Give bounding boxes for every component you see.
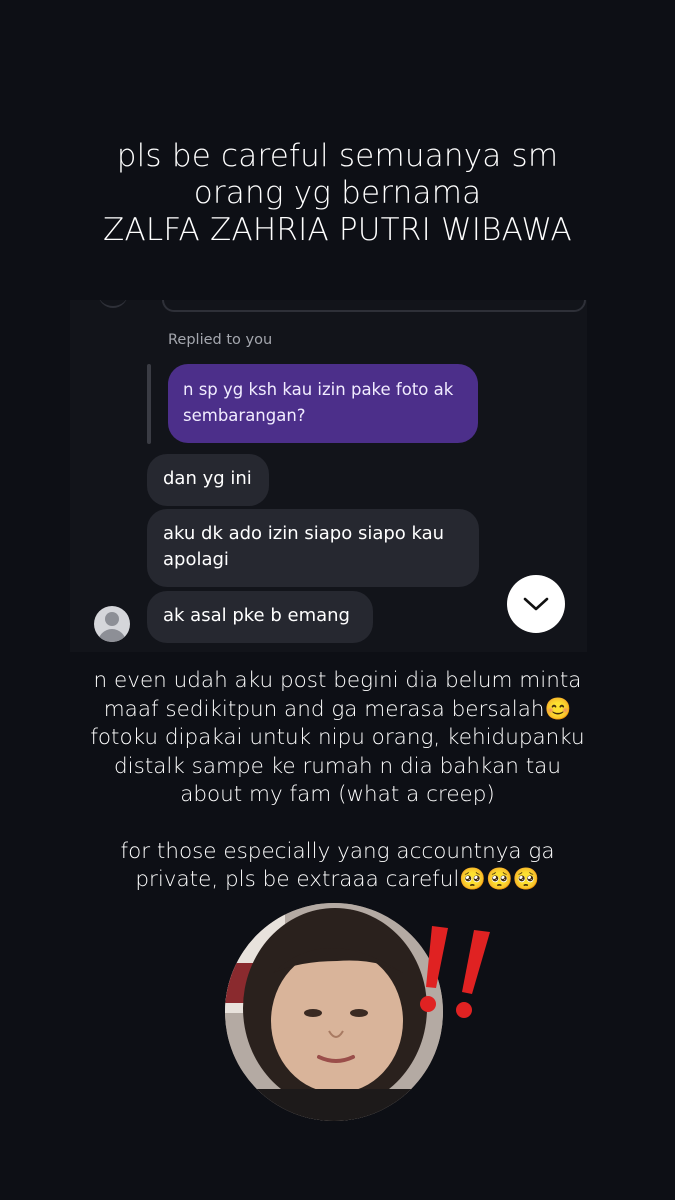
caption-line: private, pls be extraaa careful🥺🥺🥺 [135,867,540,892]
caption-line: fotoku dipakai untuk nipu orang, kehidup… [90,725,585,750]
cropped-avatar-outline [98,300,128,308]
story-caption: n even udah aku post begini dia belum mi… [0,667,675,895]
chat-screenshot: Replied to you n sp yg ksh kau izin pake… [70,300,587,652]
caption-line: distalk sampe ke rumah n dia bahkan tau [114,753,561,779]
reply-indicator-bar [147,364,151,444]
avatar-body-shape [98,629,126,642]
caption-line: maaf sedikitpun and ga merasa bersalah😊 [103,696,572,722]
message-bubble[interactable]: dan yg ini [147,454,269,506]
caption-line: for those especially yang accountnya ga [120,838,555,864]
avatar-head-shape [105,612,119,626]
scroll-down-button[interactable] [507,575,565,633]
replied-message-bubble[interactable]: n sp yg ksh kau izin pake foto ak sembar… [168,364,478,443]
headline-line-3: ZALFA ZAHRIA PUTRI WIBAWA [103,212,572,248]
caption-line: n even udah aku post begini dia belum mi… [93,668,582,693]
message-bubble[interactable]: ak asal pke b emang [147,591,373,643]
sender-avatar[interactable] [94,606,130,642]
caption-line: about my fam (what a creep) [180,782,495,807]
story-headline: pls be careful semuanya sm orang yg bern… [0,138,675,249]
headline-line-2: orang yg bernama [193,175,482,211]
message-bubble[interactable]: aku dk ado izin siapo siapo kau apolagi [147,509,479,587]
replied-to-label: Replied to you [168,332,273,348]
double-exclamation-icon [420,926,490,1018]
cropped-message-outline [162,300,586,312]
headline-line-1: pls be careful semuanya sm [116,138,559,174]
chevron-down-icon [523,597,549,611]
